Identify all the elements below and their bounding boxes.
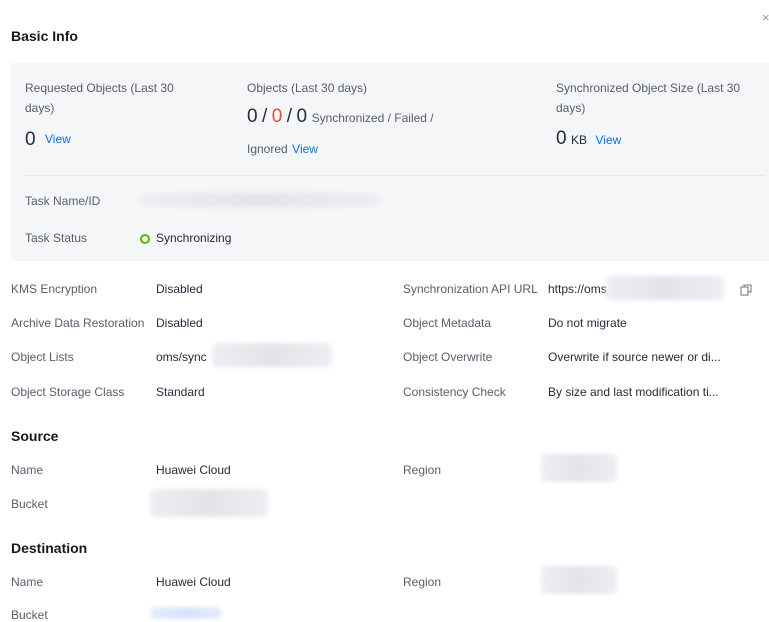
requested-objects-label-2: days) <box>25 101 55 115</box>
destination-bucket-redacted-link[interactable] <box>150 607 222 619</box>
archive-value: Disabled <box>156 316 203 330</box>
separator: / <box>262 106 268 127</box>
object-lists-label: Object Lists <box>11 350 74 364</box>
objects-view-link[interactable]: View <box>292 142 318 156</box>
destination-title: Destination <box>11 540 88 556</box>
separator: / <box>286 106 293 127</box>
source-region-label: Region <box>403 463 442 477</box>
source-bucket-redacted <box>150 489 268 517</box>
objects-legend-2: Ignored <box>247 142 288 156</box>
destination-name-value: Huawei Cloud <box>156 575 231 589</box>
sync-size-unit: KB <box>571 133 588 147</box>
overwrite-label: Object Overwrite <box>403 350 493 364</box>
api-url-value: https://oms <box>548 282 607 296</box>
source-bucket-label: Bucket <box>11 497 48 511</box>
destination-region-redacted <box>541 566 617 594</box>
synchronized-count: 0 <box>247 106 258 127</box>
objects-legend-2-row: Ignored View <box>247 140 318 158</box>
destination-region-label: Region <box>403 575 442 589</box>
api-url-redacted <box>606 276 724 300</box>
object-lists-value: oms/sync <box>156 350 207 364</box>
objects-legend: Synchronized / Failed / <box>311 111 434 125</box>
failed-count: 0 <box>271 106 283 127</box>
sync-size-label-2: days) <box>556 101 586 115</box>
kms-label: KMS Encryption <box>11 282 98 296</box>
sync-size-value: 0 <box>556 128 567 149</box>
sync-size-row: 0 KB View <box>556 128 621 150</box>
consistency-value: By size and last modification ti... <box>548 385 719 399</box>
archive-label: Archive Data Restoration <box>11 316 145 330</box>
sync-size-view-link[interactable]: View <box>596 133 622 147</box>
metadata-label: Object Metadata <box>403 316 492 330</box>
task-name-redacted <box>140 193 380 207</box>
api-url-label: Synchronization API URL <box>403 282 538 296</box>
consistency-label: Consistency Check <box>403 385 506 399</box>
source-name-label: Name <box>11 463 44 477</box>
storage-class-label: Object Storage Class <box>11 385 125 399</box>
storage-class-value: Standard <box>156 385 205 399</box>
objects-counts: 0 / 0 / 0 Synchronized / Failed / <box>247 106 434 128</box>
object-lists-redacted <box>212 343 332 367</box>
source-name-value: Huawei Cloud <box>156 463 231 477</box>
task-status-text: Synchronizing <box>156 231 232 245</box>
destination-bucket-label: Bucket <box>11 608 48 622</box>
requested-objects-label: Requested Objects (Last 30 <box>25 81 174 95</box>
task-status-value: Synchronizing <box>140 231 231 245</box>
source-title: Source <box>11 428 59 444</box>
basic-info-title: Basic Info <box>11 28 78 44</box>
source-region-redacted <box>541 454 617 482</box>
destination-name-label: Name <box>11 575 44 589</box>
sync-size-label: Synchronized Object Size (Last 30 <box>556 81 741 95</box>
requested-view-link[interactable]: View <box>45 132 71 146</box>
objects-label: Objects (Last 30 days) <box>247 81 368 95</box>
ignored-count: 0 <box>296 106 308 127</box>
summary-divider <box>25 175 765 176</box>
close-icon[interactable]: × <box>762 10 769 25</box>
task-name-label: Task Name/ID <box>25 194 101 208</box>
overwrite-value: Overwrite if source newer or di... <box>548 350 721 364</box>
kms-value: Disabled <box>156 282 203 296</box>
copy-icon[interactable] <box>740 283 752 296</box>
metadata-value: Do not migrate <box>548 316 627 330</box>
requested-objects-count: 0 <box>25 129 36 150</box>
task-status-label: Task Status <box>25 231 88 245</box>
status-dot-icon <box>140 233 150 244</box>
